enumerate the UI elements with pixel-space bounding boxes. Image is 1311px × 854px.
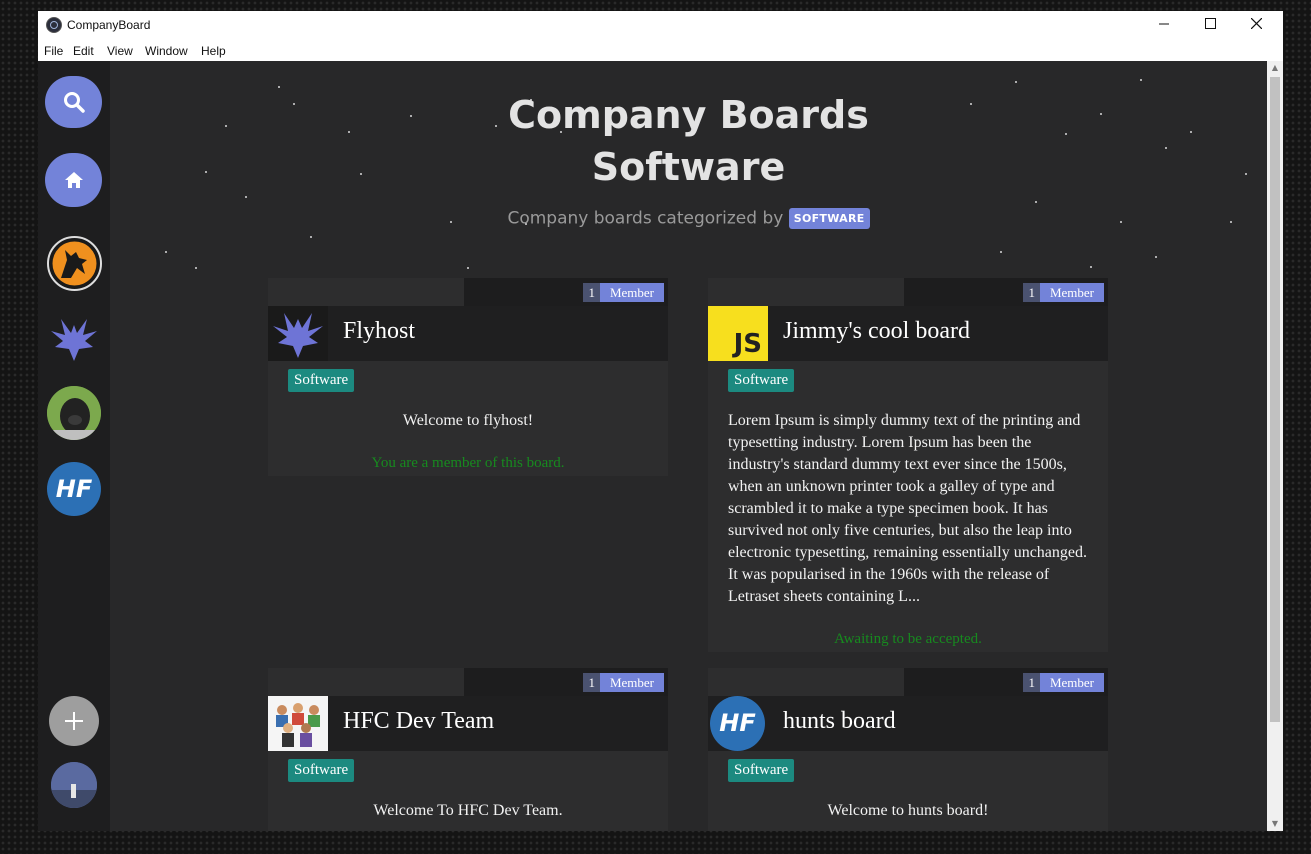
plus-icon — [65, 712, 83, 730]
card-title[interactable]: HFC Dev Team — [343, 708, 494, 735]
card-description: Lorem Ipsum is simply dummy text of the … — [728, 412, 1087, 605]
menu-edit[interactable]: Edit — [73, 44, 94, 58]
page-subtitle-category: Software — [591, 145, 786, 189]
menu-view[interactable]: View — [107, 44, 133, 58]
phoenix-logo-icon — [51, 319, 97, 361]
category-caption-text: Company boards categorized by — [507, 208, 784, 229]
board-card[interactable]: 1 Member HFC Dev Team Software Welcome T… — [268, 668, 668, 831]
member-count: 1 — [583, 283, 600, 302]
main-area: Company Boards Software Company boards c… — [110, 61, 1267, 831]
app-window: CompanyBoard File Edit View Window Help — [38, 11, 1283, 831]
category-caption: Company boards categorized by SOFTWARE — [110, 208, 1267, 229]
card-top-bar: 1 Member — [904, 278, 1108, 306]
hf-logo-text: HF — [55, 475, 93, 503]
card-header: HF hunts board — [708, 696, 1108, 751]
close-icon — [1250, 17, 1262, 30]
board-card[interactable]: 1 Member HF hunts board Software Welcome… — [708, 668, 1108, 831]
minimize-icon — [1159, 23, 1169, 25]
user-avatar[interactable] — [51, 762, 97, 808]
card-header: HFC Dev Team — [268, 696, 668, 751]
board-card[interactable]: 1 Member JS Jimmy's cool board Software … — [708, 278, 1108, 652]
close-button[interactable] — [1233, 11, 1279, 39]
category-tag[interactable]: Software — [728, 369, 795, 392]
board-card[interactable]: 1 Member Flyhost Software Welcome to fly… — [268, 278, 668, 476]
flyhost-board-avatar[interactable] — [47, 311, 101, 365]
member-label: Member — [599, 283, 664, 302]
scroll-down-icon[interactable]: ▼ — [1267, 817, 1283, 831]
menu-bar: File Edit View Window Help — [38, 39, 1283, 61]
category-tag[interactable]: Software — [288, 759, 355, 782]
card-title[interactable]: Flyhost — [343, 318, 415, 345]
card-top-bar: 1 Member — [464, 668, 668, 696]
membership-status: You are a member of this board. — [371, 455, 565, 471]
user-photo-icon — [51, 762, 97, 808]
app-content: HF Company Boards Software Company board… — [38, 61, 1267, 831]
hf-board-avatar[interactable]: HF — [47, 462, 101, 516]
minimize-button[interactable] — [1141, 11, 1187, 39]
pug-photo-icon — [47, 386, 101, 440]
member-label: Member — [1039, 283, 1104, 302]
scroll-up-icon[interactable]: ▲ — [1267, 61, 1283, 75]
menu-help[interactable]: Help — [201, 44, 226, 58]
page-title: Company Boards — [508, 93, 869, 137]
card-header: JS Jimmy's cool board — [708, 306, 1108, 361]
card-description: Welcome to flyhost! — [402, 412, 534, 429]
home-icon — [64, 172, 83, 188]
menu-file[interactable]: File — [44, 44, 63, 58]
card-top-bar: 1 Member — [464, 278, 668, 306]
wolf-logo-icon — [52, 241, 97, 286]
member-label: Member — [1039, 673, 1104, 692]
hf-logo-icon: HF — [708, 696, 768, 751]
member-count: 1 — [583, 673, 600, 692]
menu-window[interactable]: Window — [145, 44, 188, 58]
card-title[interactable]: hunts board — [783, 708, 896, 735]
app-icon — [46, 17, 62, 33]
js-logo-text: JS — [733, 329, 762, 359]
hf-logo-text: HF — [710, 696, 765, 751]
category-badge: SOFTWARE — [788, 208, 870, 229]
maximize-button[interactable] — [1187, 11, 1233, 39]
category-tag[interactable]: Software — [288, 369, 355, 392]
maximize-icon — [1204, 18, 1216, 29]
scroll-thumb[interactable] — [1270, 77, 1280, 722]
team-photo-icon — [268, 696, 328, 751]
window-title: CompanyBoard — [67, 18, 151, 32]
phoenix-logo-icon — [268, 306, 328, 361]
pug-board-avatar[interactable] — [47, 386, 101, 440]
member-badge: 1 Member — [583, 283, 664, 302]
title-bar: CompanyBoard — [38, 11, 1283, 39]
member-count: 1 — [1023, 283, 1040, 302]
card-header: Flyhost — [268, 306, 668, 361]
home-button[interactable] — [45, 153, 102, 207]
member-label: Member — [599, 673, 664, 692]
js-logo-icon: JS — [708, 306, 768, 361]
card-description: Welcome to hunts board! — [827, 802, 989, 819]
member-count: 1 — [1023, 673, 1040, 692]
member-badge: 1 Member — [1023, 283, 1104, 302]
search-button[interactable] — [45, 76, 102, 128]
add-board-button[interactable] — [49, 696, 99, 746]
search-icon — [63, 92, 85, 113]
member-badge: 1 Member — [1023, 673, 1104, 692]
card-title[interactable]: Jimmy's cool board — [783, 318, 970, 345]
category-tag[interactable]: Software — [728, 759, 795, 782]
vertical-scrollbar[interactable]: ▲ ▼ — [1267, 61, 1283, 831]
wolf-board-avatar[interactable] — [47, 236, 102, 291]
member-badge: 1 Member — [583, 673, 664, 692]
card-top-bar: 1 Member — [904, 668, 1108, 696]
sidebar: HF — [38, 61, 110, 831]
card-description: Welcome To HFC Dev Team. — [373, 802, 563, 819]
membership-status: Awaiting to be accepted. — [834, 631, 982, 647]
